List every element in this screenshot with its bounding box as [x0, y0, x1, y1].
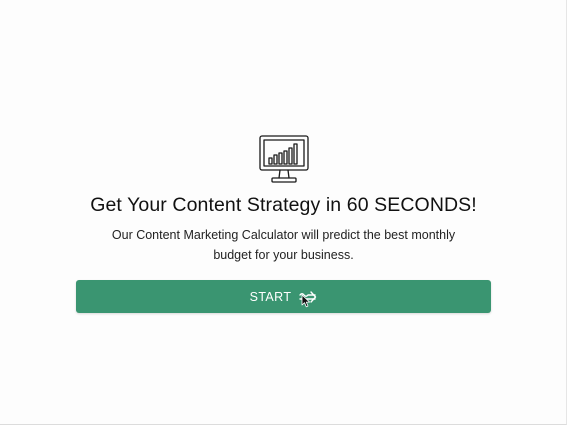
start-button[interactable]: START — [76, 280, 491, 313]
monitor-chart-icon — [259, 135, 309, 183]
page-title: Get Your Content Strategy in 60 SECONDS! — [90, 194, 477, 216]
page-description: Our Content Marketing Calculator will pr… — [111, 228, 456, 262]
mouse-pointer-icon — [301, 294, 310, 308]
start-button-label: START — [249, 289, 292, 304]
calculator-intro-page: Get Your Content Strategy in 60 SECONDS!… — [0, 0, 567, 425]
